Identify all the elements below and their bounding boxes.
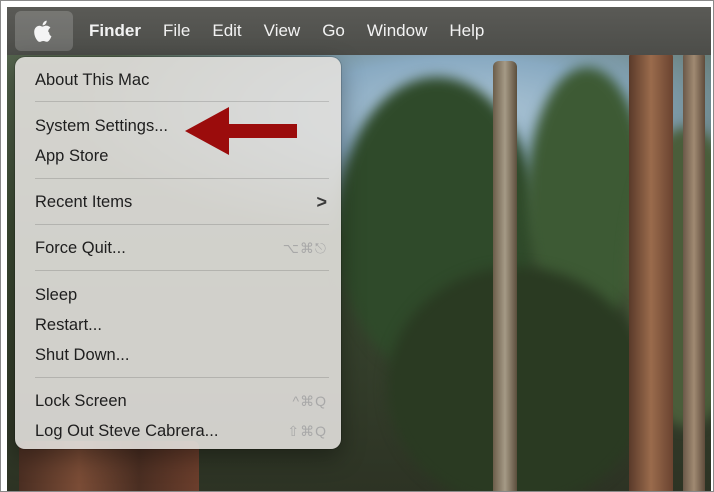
- menu-item-force-quit[interactable]: Force Quit... ⌥⌘⎋: [35, 235, 327, 261]
- wallpaper-tree-trunk: [493, 61, 517, 491]
- menubar-edit[interactable]: Edit: [212, 21, 241, 41]
- menu-item-log-out[interactable]: Log Out Steve Cabrera... ⇧⌘Q: [35, 418, 327, 444]
- wallpaper-tree-trunk: [683, 51, 705, 491]
- chevron-right-icon: >: [316, 191, 327, 212]
- menu-separator: [35, 101, 329, 102]
- menu-separator: [35, 178, 329, 179]
- menu-bar: Finder File Edit View Go Window Help: [7, 7, 711, 55]
- menu-item-label: Lock Screen: [35, 391, 127, 410]
- menu-item-about-this-mac[interactable]: About This Mac: [35, 67, 327, 93]
- menu-item-shortcut: ⌥⌘⎋: [282, 239, 327, 256]
- red-arrow-annotation-icon: [185, 107, 297, 155]
- arrow-shape: [185, 107, 297, 155]
- screenshot-frame: Finder File Edit View Go Window Help Abo…: [0, 0, 714, 492]
- menu-item-label: About This Mac: [35, 70, 150, 89]
- menu-separator: [35, 224, 329, 225]
- menu-item-shut-down[interactable]: Shut Down...: [35, 342, 327, 368]
- menubar-go[interactable]: Go: [322, 21, 345, 41]
- menubar-file[interactable]: File: [163, 21, 190, 41]
- menu-item-label: Recent Items: [35, 192, 133, 211]
- menu-item-label: Sleep: [35, 285, 78, 304]
- menubar-window[interactable]: Window: [367, 21, 427, 41]
- desktop: Finder File Edit View Go Window Help Abo…: [7, 7, 711, 491]
- menu-item-recent-items[interactable]: Recent Items >: [35, 189, 327, 215]
- wallpaper-tree-trunk: [629, 51, 673, 491]
- wallpaper-foliage: [387, 267, 647, 491]
- menu-item-label: System Settings...: [35, 116, 168, 135]
- menu-item-label: Shut Down...: [35, 345, 130, 364]
- menu-item-shortcut: ⇧⌘Q: [287, 422, 327, 439]
- apple-menu-button[interactable]: [15, 11, 73, 51]
- apple-icon: [34, 20, 52, 42]
- menu-item-label: Force Quit...: [35, 238, 126, 257]
- menu-separator: [35, 377, 329, 378]
- menubar-help[interactable]: Help: [449, 21, 484, 41]
- menu-separator: [35, 270, 329, 271]
- menubar-finder[interactable]: Finder: [89, 21, 141, 41]
- menu-item-label: App Store: [35, 146, 109, 165]
- menu-item-restart[interactable]: Restart...: [35, 312, 327, 338]
- menu-item-lock-screen[interactable]: Lock Screen ^⌘Q: [35, 388, 327, 414]
- menubar-view[interactable]: View: [264, 21, 301, 41]
- menu-item-sleep[interactable]: Sleep: [35, 282, 327, 308]
- menu-item-shortcut: ^⌘Q: [292, 392, 327, 409]
- menu-item-label: Log Out Steve Cabrera...: [35, 421, 219, 440]
- menu-item-label: Restart...: [35, 315, 102, 334]
